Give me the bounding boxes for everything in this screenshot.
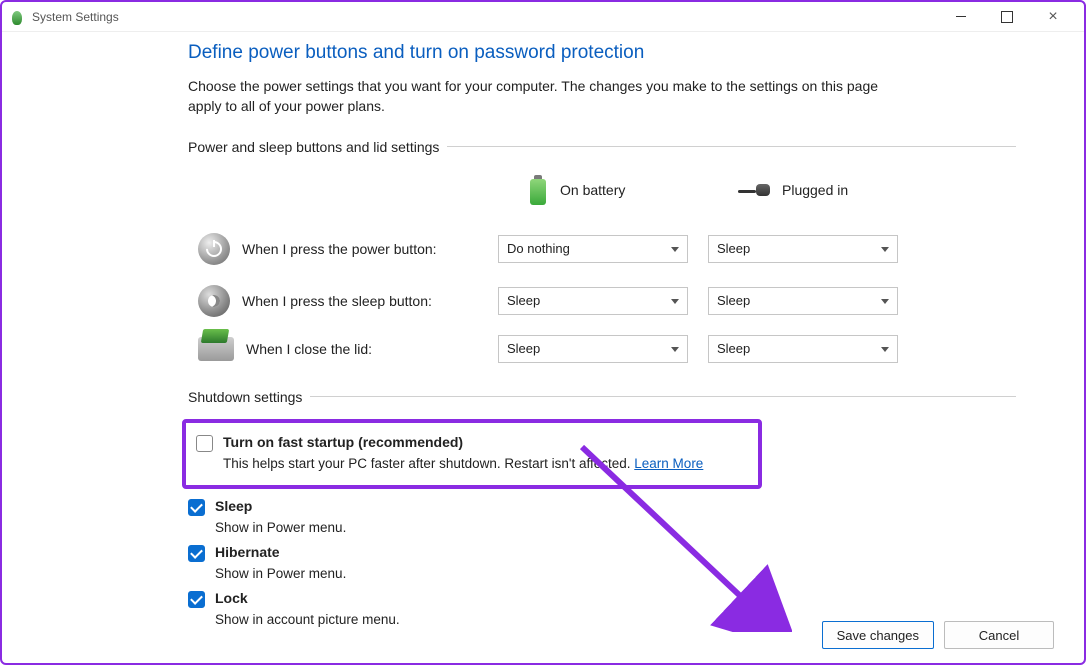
lock-label: Lock xyxy=(215,590,248,606)
window-title: System Settings xyxy=(32,10,119,24)
sleep-button-icon xyxy=(198,285,230,317)
sleep-checkbox[interactable] xyxy=(188,499,205,516)
row-power-button-label: When I press the power button: xyxy=(188,223,488,275)
page-heading: Define power buttons and turn on passwor… xyxy=(188,42,1016,64)
plug-icon xyxy=(738,182,770,198)
lid-icon xyxy=(198,337,234,361)
section-power-sleep-title: Power and sleep buttons and lid settings xyxy=(188,139,1016,155)
fast-startup-label: Turn on fast startup (recommended) xyxy=(223,434,463,450)
power-button-battery-select[interactable]: Do nothing xyxy=(498,235,688,263)
section-shutdown-title: Shutdown settings xyxy=(188,389,1016,405)
row-close-lid-label: When I close the lid: xyxy=(188,327,488,371)
sleep-button-battery-select[interactable]: Sleep xyxy=(498,287,688,315)
sleep-button-plugged-select[interactable]: Sleep xyxy=(708,287,898,315)
hibernate-label: Hibernate xyxy=(215,544,280,560)
hibernate-checkbox[interactable] xyxy=(188,545,205,562)
row-sleep-button-label: When I press the sleep button: xyxy=(188,275,488,327)
learn-more-link[interactable]: Learn More xyxy=(634,456,703,471)
page-description: Choose the power settings that you want … xyxy=(188,76,908,117)
cancel-button[interactable]: Cancel xyxy=(944,621,1054,649)
close-lid-battery-select[interactable]: Sleep xyxy=(498,335,688,363)
minimize-button[interactable] xyxy=(938,2,984,32)
close-button[interactable] xyxy=(1030,2,1076,32)
column-plugged-in: Plugged in xyxy=(708,176,908,216)
lock-checkbox[interactable] xyxy=(188,591,205,608)
power-button-icon xyxy=(198,233,230,265)
hibernate-desc: Show in Power menu. xyxy=(215,566,1016,581)
maximize-button[interactable] xyxy=(984,2,1030,32)
annotation-highlight-box: Turn on fast startup (recommended) This … xyxy=(182,419,762,489)
close-lid-plugged-select[interactable]: Sleep xyxy=(708,335,898,363)
fast-startup-checkbox[interactable] xyxy=(196,435,213,452)
fast-startup-desc: This helps start your PC faster after sh… xyxy=(223,456,748,471)
sleep-label: Sleep xyxy=(215,498,252,514)
column-on-battery: On battery xyxy=(498,169,698,223)
titlebar: System Settings xyxy=(2,2,1084,32)
power-button-plugged-select[interactable]: Sleep xyxy=(708,235,898,263)
save-changes-button[interactable]: Save changes xyxy=(822,621,934,649)
battery-icon xyxy=(528,175,548,205)
app-icon xyxy=(10,9,26,25)
sleep-desc: Show in Power menu. xyxy=(215,520,1016,535)
